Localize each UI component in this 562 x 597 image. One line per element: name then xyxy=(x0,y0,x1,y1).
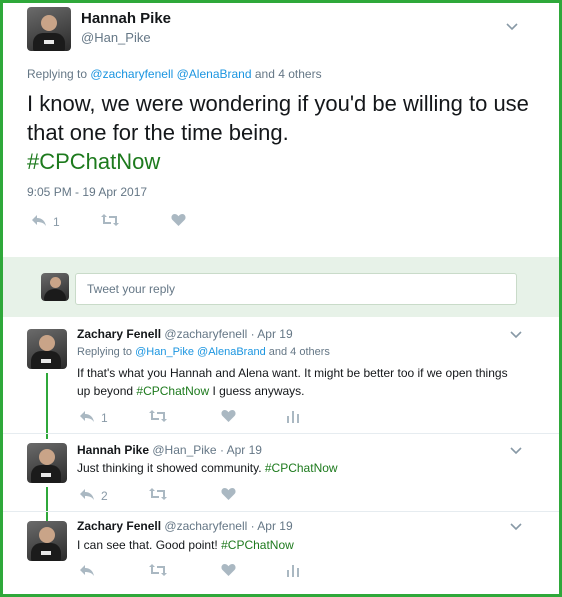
author-name[interactable]: Zachary Fenell xyxy=(77,519,161,533)
like-button[interactable] xyxy=(171,213,186,230)
reply-button[interactable] xyxy=(79,563,95,580)
reply-button[interactable]: 1 xyxy=(31,213,60,230)
author-name[interactable]: Zachary Fenell xyxy=(77,327,161,341)
retweet-icon xyxy=(101,213,119,230)
chevron-down-icon[interactable] xyxy=(505,19,519,33)
reply-input[interactable]: Tweet your reply xyxy=(75,273,517,305)
chevron-down-icon[interactable] xyxy=(509,443,523,457)
mention-link[interactable]: @zacharyfenell xyxy=(90,67,173,81)
reply-icon xyxy=(79,563,95,580)
retweet-button[interactable] xyxy=(149,409,167,426)
tweet-text: If that's what you Hannah and Alena want… xyxy=(77,366,508,398)
reply-header: Zachary Fenell @zacharyfenell · Apr 19 xyxy=(77,519,293,533)
avatar[interactable] xyxy=(27,443,67,483)
hashtag-link[interactable]: #CPChatNow xyxy=(27,149,160,174)
analytics-icon xyxy=(287,563,299,580)
tweet-thread-frame: Hannah Pike @Han_Pike Replying to @zacha… xyxy=(0,0,562,597)
author-name[interactable]: Hannah Pike xyxy=(81,10,171,27)
author-name[interactable]: Hannah Pike xyxy=(77,443,149,457)
reply-icon xyxy=(79,409,95,426)
divider xyxy=(3,433,559,434)
author-handle[interactable]: @zacharyfenell xyxy=(164,327,247,341)
heart-icon xyxy=(221,563,236,580)
like-button[interactable] xyxy=(221,487,236,504)
reply-icon xyxy=(31,213,47,230)
chevron-down-icon[interactable] xyxy=(509,519,523,533)
analytics-button[interactable] xyxy=(287,563,299,580)
retweet-icon xyxy=(149,487,167,504)
reply-header: Zachary Fenell @zacharyfenell · Apr 19 xyxy=(77,327,293,341)
hashtag-link[interactable]: #CPChatNow xyxy=(221,538,294,552)
timestamp[interactable]: 9:05 PM - 19 Apr 2017 xyxy=(27,185,147,199)
reply-button[interactable]: 1 xyxy=(79,409,108,426)
retweet-icon xyxy=(149,563,167,580)
hashtag-link[interactable]: #CPChatNow xyxy=(136,384,209,398)
hashtag-link[interactable]: #CPChatNow xyxy=(265,461,338,475)
retweet-button[interactable] xyxy=(149,563,167,580)
mention-link[interactable]: @AlenaBrand xyxy=(177,67,252,81)
retweet-button[interactable] xyxy=(101,213,119,230)
heart-icon xyxy=(221,487,236,504)
chevron-down-icon[interactable] xyxy=(509,327,523,341)
retweet-icon xyxy=(149,409,167,426)
author-handle[interactable]: @Han_Pike xyxy=(152,443,216,457)
avatar xyxy=(41,273,69,301)
analytics-button[interactable] xyxy=(287,409,299,426)
reply-composer: Tweet your reply xyxy=(3,257,559,317)
heart-icon xyxy=(221,409,236,426)
reply-button[interactable]: 2 xyxy=(79,487,108,504)
avatar[interactable] xyxy=(27,329,67,369)
reply-icon xyxy=(79,487,95,504)
avatar[interactable] xyxy=(27,521,67,561)
like-button[interactable] xyxy=(221,563,236,580)
retweet-button[interactable] xyxy=(149,487,167,504)
author-handle[interactable]: @zacharyfenell xyxy=(164,519,247,533)
analytics-icon xyxy=(287,409,299,426)
mention-link[interactable]: @AlenaBrand xyxy=(197,346,266,358)
tweet-text: I know, we were wondering if you'd be wi… xyxy=(27,91,529,174)
replying-to: Replying to @zacharyfenell @AlenaBrand a… xyxy=(27,67,322,81)
thread-connector xyxy=(46,373,48,439)
tweet-date[interactable]: Apr 19 xyxy=(257,519,292,533)
heart-icon xyxy=(171,213,186,230)
avatar[interactable] xyxy=(27,7,71,51)
thread-connector xyxy=(46,487,48,521)
divider xyxy=(3,511,559,512)
like-button[interactable] xyxy=(221,409,236,426)
tweet-text: Just thinking it showed community. #CPCh… xyxy=(77,461,338,475)
replying-to: Replying to @Han_Pike @AlenaBrand and 4 … xyxy=(77,346,330,358)
reply-header: Hannah Pike @Han_Pike · Apr 19 xyxy=(77,443,262,457)
tweet-date[interactable]: Apr 19 xyxy=(227,443,262,457)
mention-link[interactable]: @Han_Pike xyxy=(135,346,194,358)
tweet-text: I can see that. Good point! #CPChatNow xyxy=(77,538,294,552)
tweet-date[interactable]: Apr 19 xyxy=(257,327,292,341)
author-handle[interactable]: @Han_Pike xyxy=(81,30,151,45)
